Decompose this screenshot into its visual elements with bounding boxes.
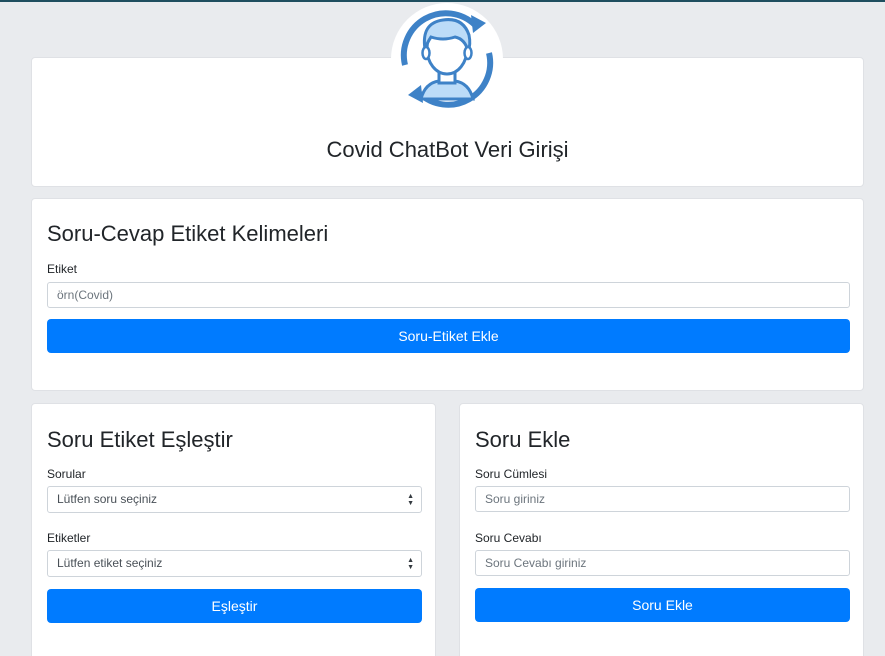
tag-card: Soru-Cevap Etiket Kelimeleri Etiket Soru… (31, 198, 864, 391)
chatbot-logo (391, 3, 503, 115)
questions-select-value: Lütfen soru seçiniz (57, 492, 158, 506)
page-title: Covid ChatBot Veri Girişi (326, 137, 569, 162)
add-question-button[interactable]: Soru Ekle (475, 588, 850, 622)
chatbot-face-icon (400, 10, 494, 108)
tag-section-title: Soru-Cevap Etiket Kelimeleri (47, 221, 329, 246)
select-arrows-icon: ▲ ▼ (407, 556, 414, 571)
match-card: Soru Etiket Eşleştir Sorular Lütfen soru… (31, 403, 436, 656)
add-question-card: Soru Ekle Soru Cümlesi Soru Cevabı Soru … (459, 403, 864, 656)
tag-label: Etiket (47, 262, 78, 276)
tag-input[interactable] (47, 282, 850, 308)
match-section-title: Soru Etiket Eşleştir (47, 427, 233, 452)
add-section-title: Soru Ekle (475, 427, 571, 452)
add-tag-button[interactable]: Soru-Etiket Ekle (47, 319, 850, 353)
question-input[interactable] (475, 486, 850, 512)
sentence-label: Soru Cümlesi (475, 467, 548, 481)
answer-input[interactable] (475, 550, 850, 576)
tags-select[interactable]: Lütfen etiket seçiniz ▲ ▼ (47, 550, 422, 577)
questions-label: Sorular (47, 467, 86, 481)
tags-label: Etiketler (47, 531, 91, 545)
match-button[interactable]: Eşleştir (47, 589, 422, 623)
answer-label: Soru Cevabı (475, 531, 542, 545)
select-arrows-icon: ▲ ▼ (407, 492, 414, 507)
top-border (0, 0, 885, 2)
questions-select[interactable]: Lütfen soru seçiniz ▲ ▼ (47, 486, 422, 513)
tags-select-value: Lütfen etiket seçiniz (57, 556, 163, 570)
